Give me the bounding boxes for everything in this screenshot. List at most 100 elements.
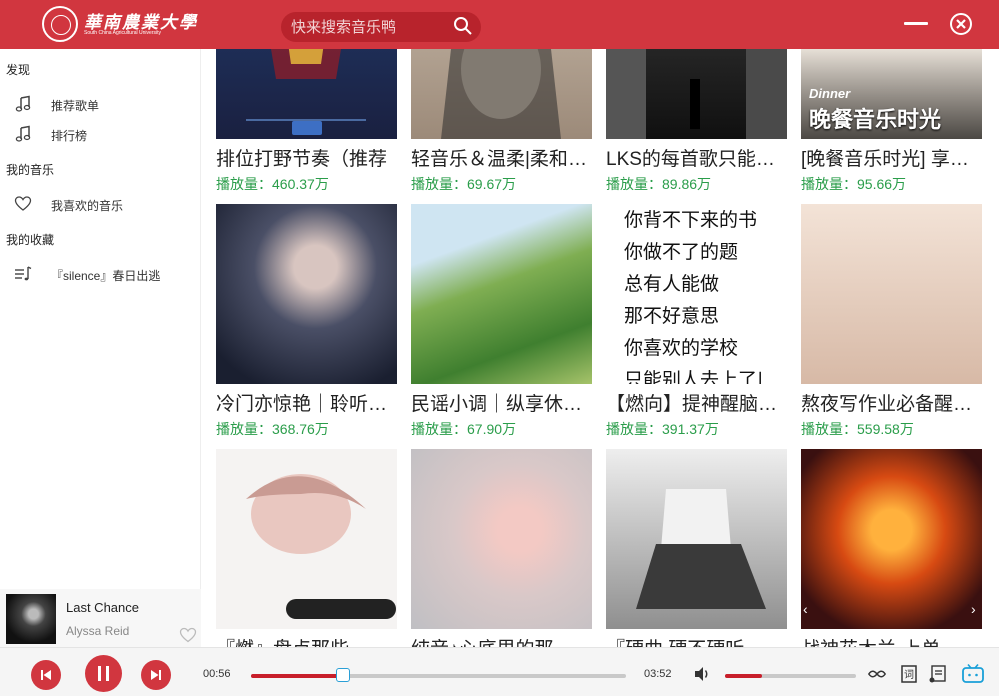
section-title-my-collection: 我的收藏	[6, 233, 55, 247]
playlist-cover[interactable]: 你背不下来的书 你做不了的题 总有人能做 那不好意思 你喜欢的学校 只能别人去上…	[606, 204, 787, 384]
artist-name: Alyssa Reid	[66, 624, 130, 638]
play-count: 播放量：89.86万	[606, 176, 712, 192]
next-arrow-icon[interactable]: ›	[971, 601, 976, 617]
progress-handle[interactable]	[336, 668, 351, 682]
progress-fill	[251, 674, 344, 678]
playlist-cover[interactable]	[606, 49, 787, 139]
playlist-title: [晚餐音乐时光] 享受美味	[801, 149, 982, 170]
next-button[interactable]	[141, 660, 171, 690]
playlist-card[interactable]: LKS的每首歌只能听一遍 播放量：89.86万	[606, 49, 787, 194]
sidebar-item-collection-silence[interactable]: 『silence』春日出逃	[0, 261, 200, 287]
play-count: 播放量：95.66万	[801, 176, 907, 192]
prev-arrow-icon[interactable]: ‹	[803, 601, 808, 617]
progress-bar[interactable]	[251, 674, 626, 678]
night-street-image	[606, 49, 787, 139]
playlist-card[interactable]: 『燃』盘点那些	[216, 449, 397, 647]
svg-text:词: 词	[904, 669, 914, 681]
playlist-title: 战神花木兰-上单	[801, 634, 982, 647]
playlist-title: 纯音♪心底里的那	[411, 634, 592, 647]
playlist-cover[interactable]: Dinner 晚餐音乐时光	[801, 49, 982, 139]
close-icon	[956, 19, 966, 29]
playlist-title: 【燃向】提神醒脑高燃	[606, 394, 787, 415]
playlist-cover[interactable]	[411, 49, 592, 139]
current-time: 00:56	[203, 668, 231, 680]
sidebar-item-label: 排行榜	[51, 129, 88, 143]
volume-fill	[725, 674, 762, 678]
playlist-title: 排位打野节奏（推荐	[216, 149, 388, 170]
play-count: 播放量：69.67万	[411, 176, 517, 192]
playlist-card[interactable]: 排位打野节奏（推荐 播放量：460.37万	[216, 49, 397, 194]
playlist-cover[interactable]	[411, 204, 592, 384]
playlist-cover[interactable]	[216, 49, 397, 139]
playlist-title: LKS的每首歌只能听一遍	[606, 149, 787, 170]
music-note-icon	[15, 95, 31, 112]
album-cover[interactable]	[6, 594, 56, 644]
thumb-caption-en: Dinner	[809, 86, 851, 101]
playlist-card[interactable]: 『硬曲 硬不硬听	[606, 449, 787, 647]
pause-icon	[98, 666, 109, 681]
lyrics-icon[interactable]: 词	[899, 664, 919, 684]
logo-subtitle: South China Agricultural University	[84, 30, 161, 36]
seal-icon	[42, 6, 78, 42]
heart-icon	[14, 196, 32, 211]
playlist-icon	[15, 266, 32, 281]
sidebar-item-label: 推荐歌单	[51, 99, 100, 113]
total-time: 03:52	[644, 668, 672, 680]
volume-icon[interactable]	[692, 664, 712, 684]
search-icon[interactable]	[453, 16, 473, 36]
playlist-title: 轻音乐＆温柔|柔和治愈	[411, 149, 592, 170]
game-screenshot-image	[246, 49, 366, 135]
thumb-poem-text: 你背不下来的书 你做不了的题 总有人能做 那不好意思 你喜欢的学校 只能别人去上…	[624, 209, 764, 384]
playlist-card[interactable]: 冷门亦惊艳｜聆听你的 播放量：368.76万	[216, 204, 397, 439]
close-button[interactable]	[950, 13, 972, 35]
search-input[interactable]	[291, 16, 451, 38]
sidebar-item-label: 『silence』春日出逃	[51, 269, 161, 283]
tv-mode-icon[interactable]	[962, 664, 984, 684]
anime-illustration-image	[246, 474, 396, 619]
playlist-cover[interactable]	[216, 449, 397, 629]
play-count: 播放量：460.37万	[216, 176, 329, 192]
title-bar: 華南農業大學 South China Agricultural Universi…	[0, 0, 999, 49]
player-bar: 00:56 03:52 词	[0, 647, 999, 696]
playlist-grid: 排位打野节奏（推荐 播放量：460.37万 轻音乐＆温柔|柔和治愈 播放量：69…	[201, 49, 999, 647]
playlist-card[interactable]: Dinner 晚餐音乐时光 [晚餐音乐时光] 享受美味 播放量：95.66万	[801, 49, 982, 194]
sidebar-item-charts[interactable]: 排行榜	[0, 121, 200, 147]
play-count: 播放量：391.37万	[606, 421, 719, 437]
university-logo: 華南農業大學 South China Agricultural Universi…	[42, 6, 196, 42]
sidebar-item-liked-music[interactable]: 我喜欢的音乐	[0, 191, 200, 217]
pause-button[interactable]	[85, 655, 122, 692]
illustration-image	[441, 49, 561, 139]
play-count: 播放量：67.90万	[411, 421, 517, 437]
volume-slider[interactable]	[725, 674, 856, 678]
skip-next-icon	[151, 670, 161, 680]
playlist-card[interactable]: 轻音乐＆温柔|柔和治愈 播放量：69.67万	[411, 49, 592, 194]
search-box[interactable]	[281, 12, 481, 42]
playlist-title: 民谣小调｜纵享休闲时光	[411, 394, 592, 415]
playlist-cover[interactable]	[411, 449, 592, 629]
now-playing-mini[interactable]: Last Chance Alyssa Reid	[0, 589, 201, 647]
minimize-button[interactable]	[904, 14, 928, 34]
sidebar: 发现 推荐歌单 排行榜 我的音乐 我喜欢的音乐 我的收藏 『silence』春日…	[0, 49, 201, 647]
playlist-cover[interactable]	[606, 449, 787, 629]
music-note-icon	[15, 125, 31, 142]
playlist-card[interactable]: 熬夜写作业必备醒脑神曲 播放量：559.58万	[801, 204, 982, 439]
playlist-title: 熬夜写作业必备醒脑神曲	[801, 394, 982, 415]
section-title-my-music: 我的音乐	[6, 163, 55, 177]
playlist-card[interactable]: 你背不下来的书 你做不了的题 总有人能做 那不好意思 你喜欢的学校 只能别人去上…	[606, 204, 787, 439]
playlist-card[interactable]: 纯音♪心底里的那	[411, 449, 592, 647]
playlist-cover[interactable]	[216, 204, 397, 384]
playlist-queue-icon[interactable]	[928, 664, 948, 684]
playlist-cover[interactable]	[801, 204, 982, 384]
play-count: 播放量：559.58万	[801, 421, 914, 437]
song-title: Last Chance	[66, 600, 139, 615]
like-heart-icon[interactable]	[179, 627, 197, 643]
playlist-cover[interactable]: ‹ ›	[801, 449, 982, 629]
loop-mode-icon[interactable]	[867, 664, 887, 684]
previous-button[interactable]	[31, 660, 61, 690]
playlist-card[interactable]: ‹ › 战神花木兰-上单	[801, 449, 982, 647]
section-title-discover: 发现	[6, 63, 31, 77]
playlist-card[interactable]: 民谣小调｜纵享休闲时光 播放量：67.90万	[411, 204, 592, 439]
photo-image	[636, 489, 766, 609]
playlist-title: 『硬曲 硬不硬听	[606, 634, 787, 647]
sidebar-item-recommended-playlists[interactable]: 推荐歌单	[0, 91, 200, 117]
